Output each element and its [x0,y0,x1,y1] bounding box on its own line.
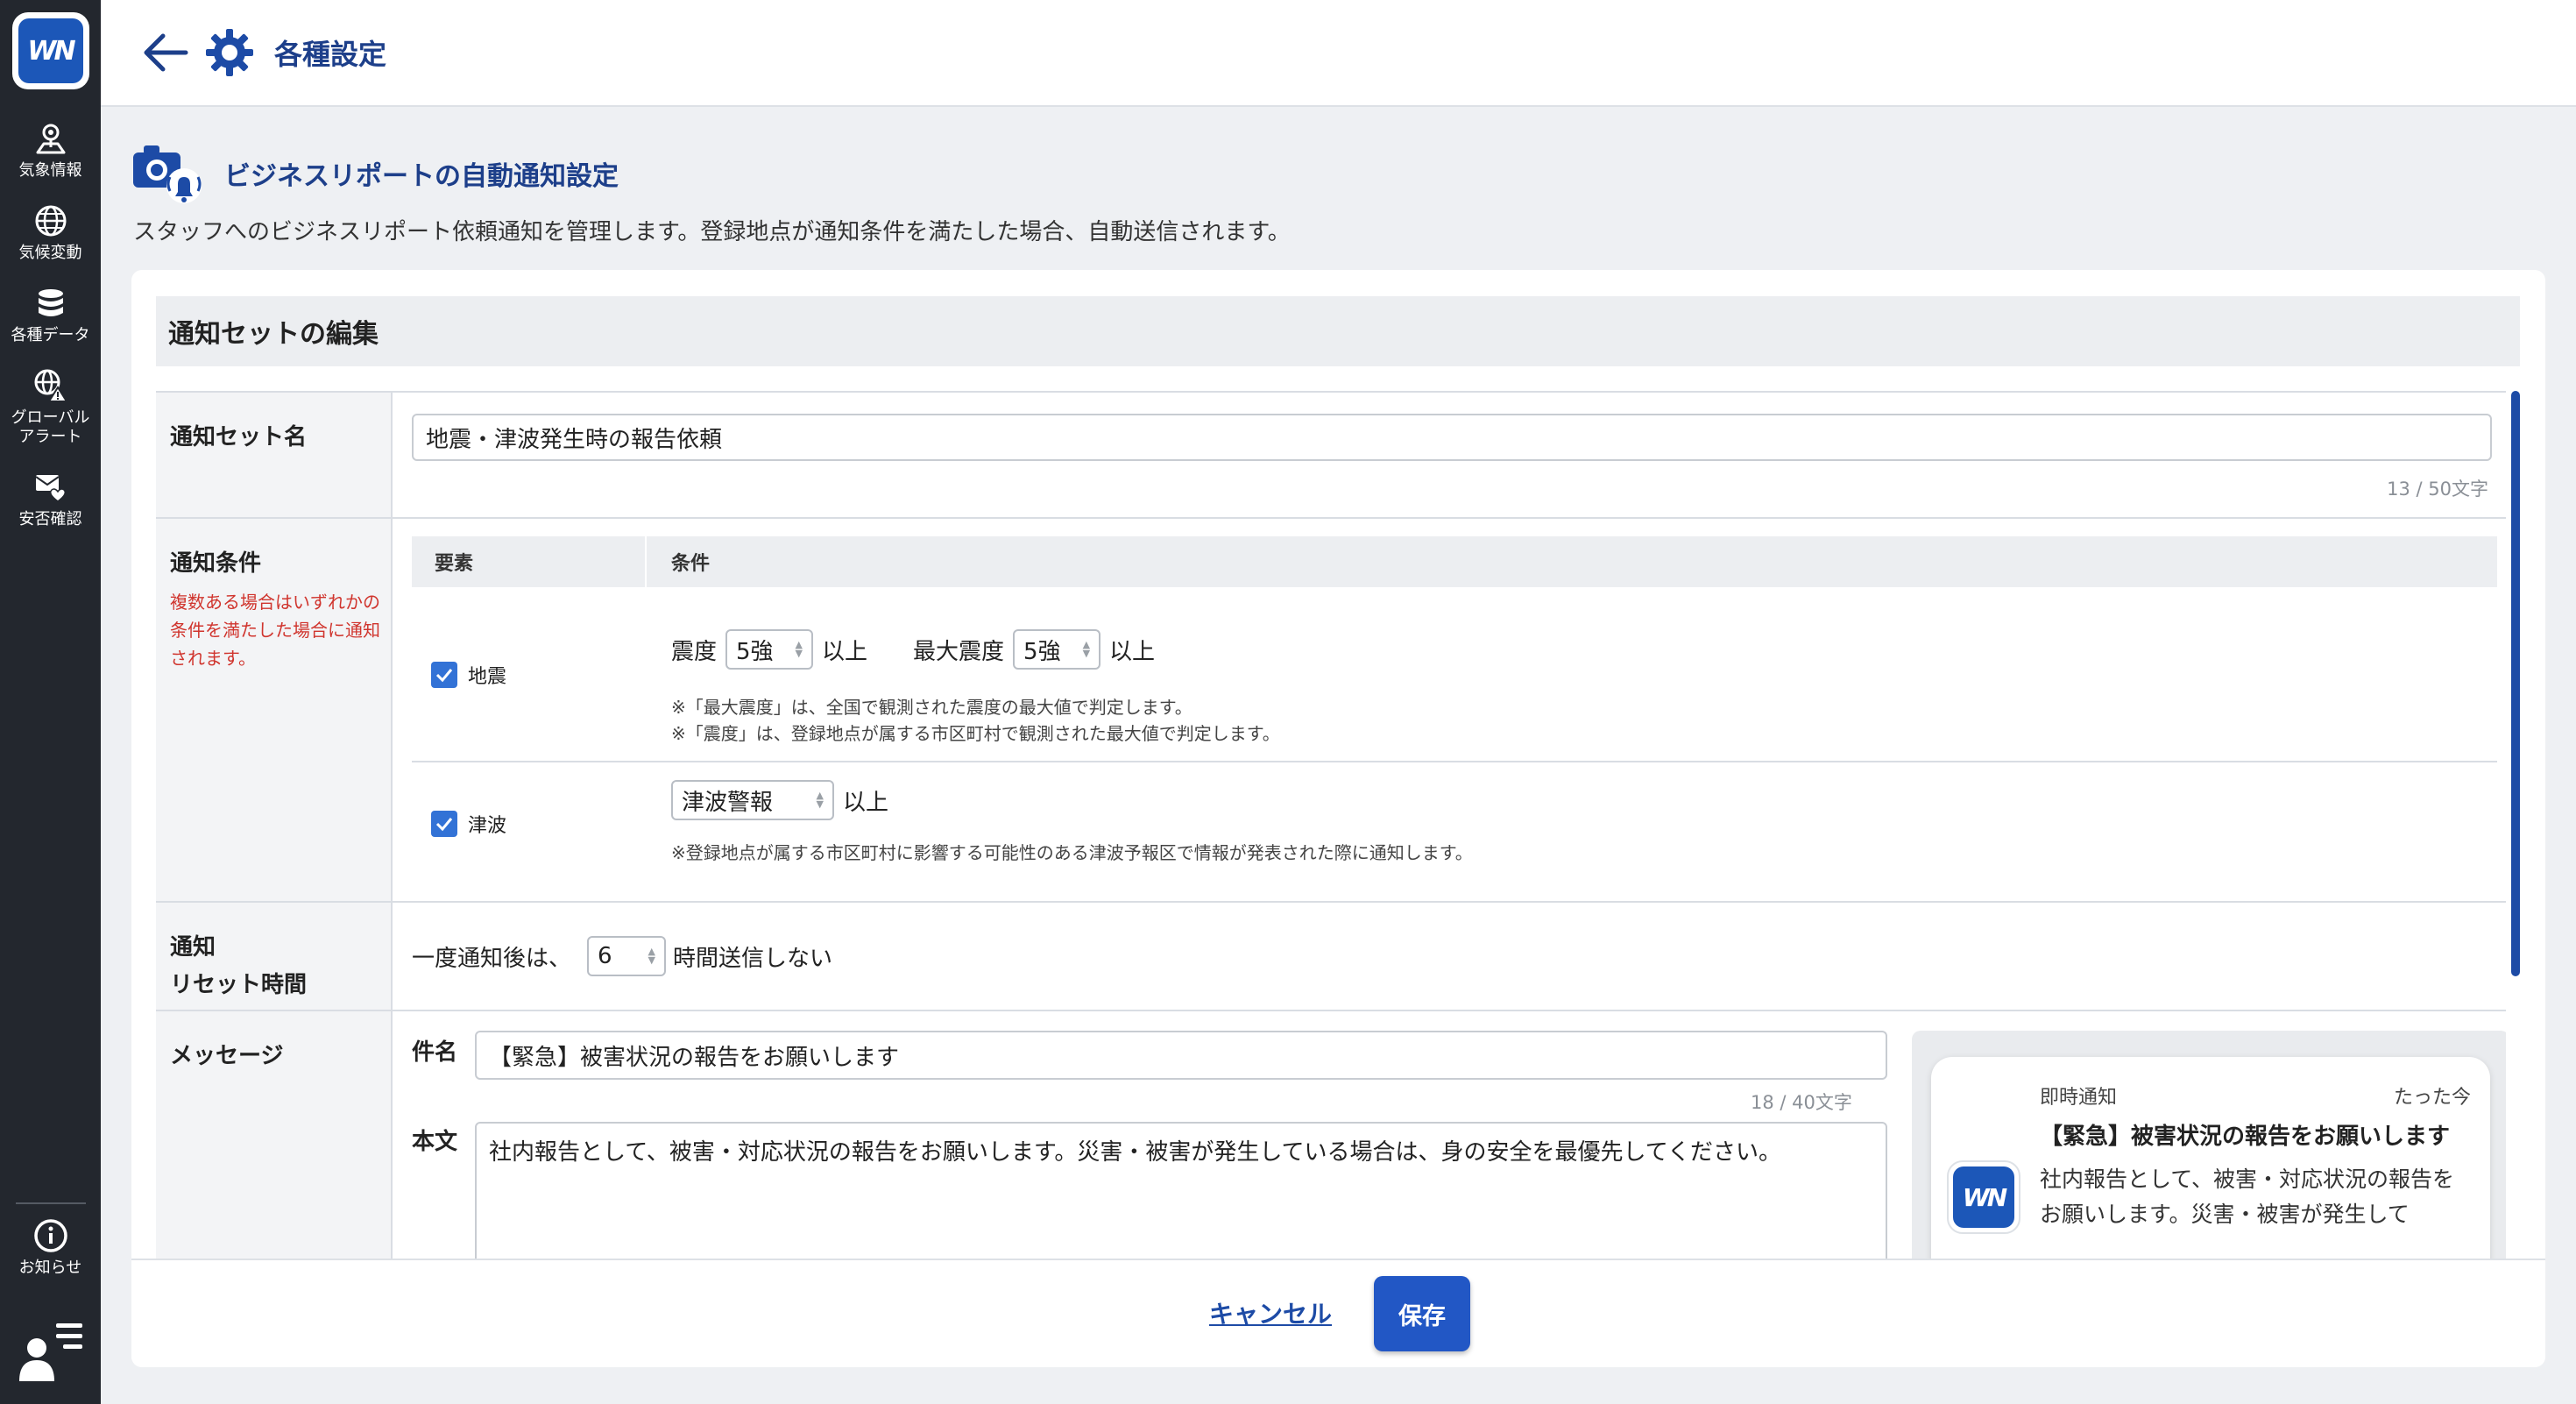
mail-heart-icon [34,475,66,502]
map-pin-icon [36,124,65,154]
intensity-label: 震度 [671,638,718,665]
row-conditions: 通知条件 複数ある場合はいずれかの条件を満たした場合に通知されます。 要素 条件 [156,519,2506,903]
spinner-icon: ▲ ▼ [795,639,803,659]
sidebar-nav: 気象情報 気候変動 各種データ グローバル アラート 安否確認 [0,121,101,552]
page-description: スタッフへのビジネスリポート依頼通知を管理します。登録地点が通知条件を満たした場… [133,219,1291,245]
subject-counter: 18 / 40文字 [1751,1092,1852,1113]
earthquake-note-2: ※「震度」は、登録地点が属する市区町村で観測された最大値で判定します。 [671,723,1280,744]
set-name-input[interactable] [412,414,2492,461]
sidebar-item-weather[interactable]: 気象情報 [0,121,101,181]
sidebar-item-climate[interactable]: 気候変動 [0,203,101,263]
back-button[interactable] [139,26,192,79]
set-name-counter: 13 / 50文字 [2387,479,2488,500]
check-icon [435,818,453,832]
reset-hours-value: 6 [598,943,612,969]
condition-row-earthquake: 地震 震度 5強 ▲ ▼ 以上 最大震度 5強 ▲ ▼ 以上 ※「最大震度」は、… [412,587,2497,762]
tsunami-above: 以上 [843,789,889,816]
logo-mark: WN [1953,1166,2014,1228]
sidebar-item-safety[interactable]: 安否確認 [0,470,101,529]
save-button[interactable]: 保存 [1374,1276,1470,1351]
tsunami-note: ※登録地点が属する市区町村に影響する可能性のある津波予報区で情報が発表された際に… [671,842,1473,863]
camera-alert-icon [133,145,202,203]
earthquake-note-1: ※「最大震度」は、全国で観測された震度の最大値で判定します。 [671,697,1192,718]
form-scrollbar[interactable] [2511,391,2520,976]
conditions-hint: 複数ある場合はいずれかの条件を満たした場合に通知されます。 [170,592,380,669]
preview-title: 【緊急】被害状況の報告をお願いします [2040,1124,2451,1150]
sidebar-item-global-alert[interactable]: グローバル アラート [0,368,101,447]
row-reset-time: 通知 リセット時間 一度通知後は、 6 ▲ ▼ 時間送信しない [156,903,2506,1011]
top-header: 各種設定 [101,0,2576,107]
reset-prefix: 一度通知後は、 [412,945,572,972]
body-label: 本文 [412,1129,458,1155]
arrow-left-icon [144,33,188,72]
database-icon [38,289,63,316]
sidebar-item-label: 安否確認 [18,510,82,528]
logo-mark: WN [18,18,83,83]
reset-label-line1: 通知 [170,934,216,961]
row-label: 通知 リセット時間 [156,903,393,1010]
tsunami-level-select[interactable]: 津波警報 ▲ ▼ [671,780,834,820]
cancel-button[interactable]: キャンセル [1209,1295,1332,1330]
preview-body: 社内報告として、被害・対応状況の報告をお願いします。災害・被害が発生して [2040,1166,2455,1227]
page-title: ビジネスリポートの自動通知設定 [224,161,619,192]
intensity-value: 5強 [736,638,774,665]
header-condition: 条件 [671,553,711,575]
preview-type: 即時通知 [2040,1087,2118,1109]
sidebar-item-label: お知らせ [18,1259,82,1277]
subject-label: 件名 [412,1039,458,1066]
intensity-select[interactable]: 5強 ▲ ▼ [725,629,814,670]
header-title: 各種設定 [274,38,387,71]
max-intensity-select[interactable]: 5強 ▲ ▼ [1013,629,1101,670]
tsunami-level-value: 津波警報 [682,789,774,816]
globe-alert-icon [34,369,68,402]
sidebar-item-label: 各種データ [11,326,90,344]
row-label: 通知セット名 [156,393,393,517]
info-icon [33,1219,67,1252]
max-intensity-label: 最大震度 [913,638,1005,665]
subject-input[interactable] [475,1031,1887,1080]
section-title: 通知セットの編集 [156,296,2520,366]
gear-icon [206,29,253,76]
preview-app-logo: WN [1947,1160,2020,1234]
reset-label-line2: リセット時間 [170,972,308,998]
row-label: 通知条件 複数ある場合はいずれかの条件を満たした場合に通知されます。 [156,519,393,901]
tsunami-label: 津波 [468,815,507,837]
spinner-icon: ▲ ▼ [1082,639,1091,659]
sidebar-divider [16,1202,86,1204]
sidebar-item-notice[interactable]: お知らせ [0,1218,101,1278]
sidebar-item-label: 気象情報 [18,161,82,180]
tsunami-checkbox[interactable] [431,811,457,837]
conditions-table: 要素 条件 地震 震度 5強 ▲ ▼ 以上 最大震度 5強 ▲ ▼ 以上 ※「最… [412,536,2497,901]
condition-row-tsunami: 津波 津波警報 ▲ ▼ 以上 ※登録地点が属する市区町村に影響する可能性のある津波… [412,762,2497,901]
intensity-above: 以上 [822,638,868,665]
spinner-icon: ▲ ▼ [648,946,656,966]
action-footer: キャンセル 保存 [131,1259,2545,1367]
page-heading: ビジネスリポートの自動通知設定 [131,140,619,207]
notification-preview: 即時通知 たった今 【緊急】被害状況の報告をお願いします WN 社内報告として、… [1912,1031,2506,1294]
spinner-icon: ▲ ▼ [816,790,824,810]
check-icon [435,669,453,683]
header-element: 要素 [412,536,647,587]
globe-icon [35,205,66,237]
earthquake-checkbox[interactable] [431,662,457,688]
settings-card: 通知セットの編集 通知セット名 13 / 50文字 通知条件 複数ある場合はいず… [131,270,2545,1367]
row-set-name: 通知セット名 13 / 50文字 [156,393,2506,519]
conditions-label: 通知条件 [170,550,262,577]
reset-suffix: 時間送信しない [673,945,833,972]
max-intensity-value: 5強 [1023,638,1061,665]
reset-hours-stepper[interactable]: 6 ▲ ▼ [587,936,667,976]
earthquake-label: 地震 [468,666,507,688]
sidebar-item-label: グローバル アラート [11,408,90,446]
max-intensity-above: 以上 [1109,638,1156,665]
conditions-table-header: 要素 条件 [412,536,2497,587]
form-scroll-area: 通知セット名 13 / 50文字 通知条件 複数ある場合はいずれかの条件を満たし… [156,391,2506,1358]
preview-time: たった今 [2393,1087,2471,1109]
sidebar: WN 気象情報 気候変動 各種データ グローバル アラート 安否確認 お知らせ [0,0,101,1404]
sidebar-item-label: 気候変動 [18,244,82,262]
app-logo[interactable]: WN [11,12,89,89]
user-menu-icon[interactable] [16,1315,86,1385]
sidebar-item-data[interactable]: 各種データ [0,286,101,345]
